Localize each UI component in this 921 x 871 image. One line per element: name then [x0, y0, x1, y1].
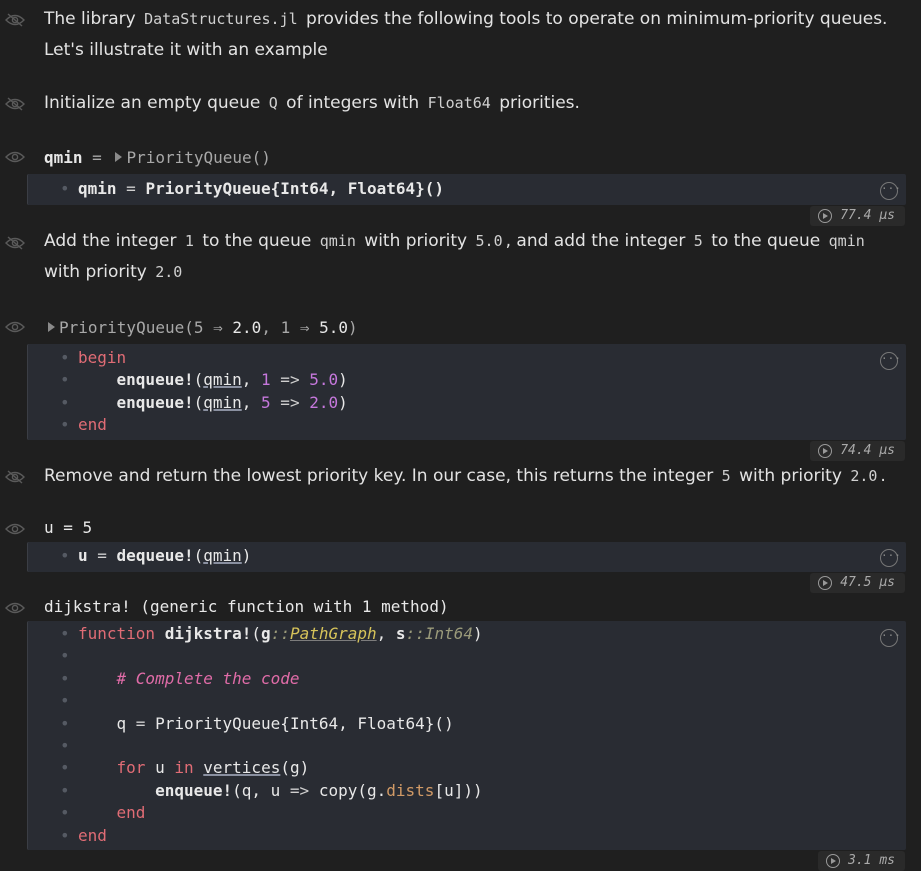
run-cell-icon[interactable] [818, 576, 833, 590]
cell-output: PriorityQueue(5 ⇒ 2.0, 1 ⇒ 5.0) [48, 318, 358, 337]
run-cell-icon[interactable] [818, 444, 833, 458]
markdown-cell-init: Initialize an empty queue Q of integers … [44, 93, 580, 113]
cell-menu-button[interactable]: ··· [880, 629, 901, 647]
show-code-icon[interactable] [5, 150, 25, 164]
markdown-cell-intro: The library DataStructures.jl provides t… [44, 9, 888, 60]
code-cell-qmin[interactable]: • qmin = PriorityQueue{Int64, Float64}() … [27, 174, 906, 205]
inline-code: DataStructures.jl [144, 10, 298, 28]
cell-menu-button[interactable]: ··· [880, 352, 901, 370]
cell-output: qmin = PriorityQueue() [44, 148, 271, 167]
code-cell-enqueue[interactable]: • begin • enqueue!(qmin, 1 => 5.0) • enqu… [27, 344, 906, 440]
runtime-badge[interactable]: 3.1 ms [818, 851, 905, 871]
hide-code-icon[interactable] [5, 13, 25, 27]
runtime-badge[interactable]: 74.4 μs [810, 441, 905, 461]
show-code-icon[interactable] [5, 522, 25, 536]
cell-output: dijkstra! (generic function with 1 metho… [44, 597, 449, 616]
hide-code-icon[interactable] [5, 236, 25, 250]
cell-output: u = 5 [44, 518, 93, 537]
code-cell-dequeue[interactable]: • u = dequeue!(qmin) ··· [27, 542, 906, 572]
hide-code-icon[interactable] [5, 97, 25, 111]
run-cell-icon[interactable] [826, 854, 841, 868]
runtime-badge[interactable]: 47.5 μs [810, 573, 905, 593]
expand-triangle-icon[interactable] [115, 152, 123, 162]
markdown-cell-enqueue: Add the integer 1 to the queue qmin with… [44, 231, 865, 282]
expand-triangle-icon[interactable] [48, 322, 55, 332]
show-code-icon[interactable] [5, 601, 25, 615]
cell-menu-button[interactable]: ··· [880, 182, 901, 200]
markdown-cell-dequeue: Remove and return the lowest priority ke… [44, 466, 886, 486]
show-code-icon[interactable] [5, 320, 25, 334]
hide-code-icon[interactable] [5, 470, 25, 484]
code-cell-dijkstra[interactable]: • function dijkstra!(g::PathGraph, s::Int… [27, 621, 906, 850]
cell-menu-button[interactable]: ··· [880, 549, 901, 567]
runtime-badge[interactable]: 77.4 μs [810, 206, 905, 226]
run-cell-icon[interactable] [818, 209, 833, 223]
